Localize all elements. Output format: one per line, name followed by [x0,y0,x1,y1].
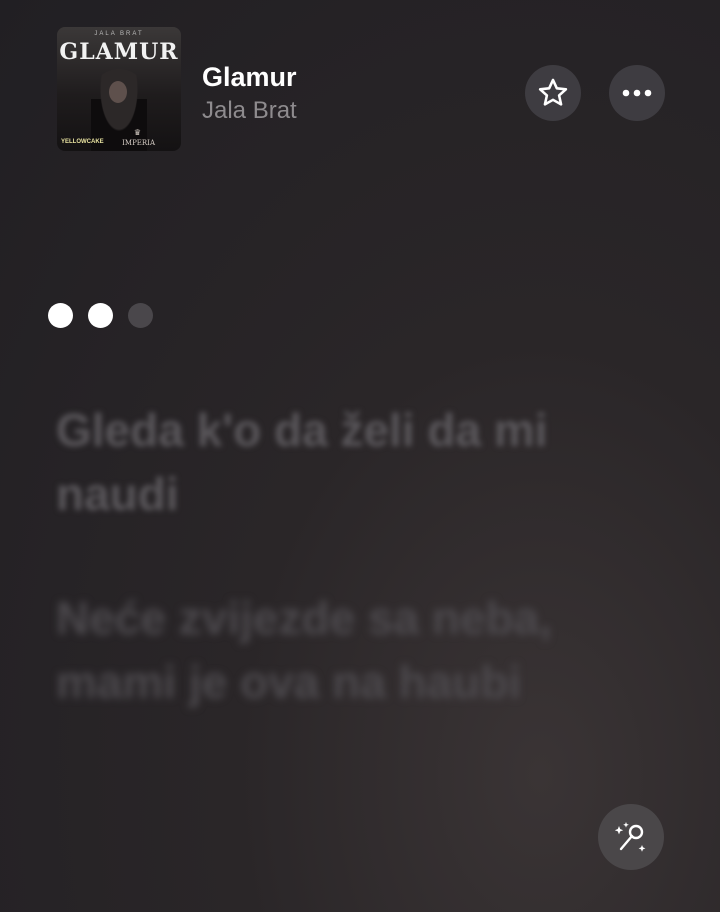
progress-dot [48,303,73,328]
progress-dot [128,303,153,328]
microphone-sparkle-icon [614,822,646,852]
sing-lyrics-button[interactable] [598,804,664,870]
ellipsis-icon [622,89,652,97]
lyric-progress-dots [48,303,153,328]
more-options-button[interactable] [609,65,665,121]
label-logo-right: IMPERIA [122,139,155,147]
progress-dot [88,303,113,328]
artist-face [109,81,127,103]
lyric-line[interactable] [56,832,656,892]
album-cover-title: GLAMUR [59,39,179,65]
star-icon [538,78,568,106]
label-logo-left: YELLOWCAKE [61,139,104,145]
lyric-line[interactable]: Neće zvijezde sa neba, mami je ova na ha… [56,586,656,714]
lyric-line[interactable]: Gleda k'o da želi da mi naudi [56,398,656,526]
crown-icon: ♛ [133,128,141,137]
album-artist-small-text: JALA BRAT [94,31,144,37]
song-artist[interactable]: Jala Brat [202,97,297,125]
favorite-button[interactable] [525,65,581,121]
song-title[interactable]: Glamur [202,62,297,93]
album-artwork[interactable]: JALA BRAT GLAMUR ♛ YELLOWCAKE IMPERIA [57,27,181,151]
